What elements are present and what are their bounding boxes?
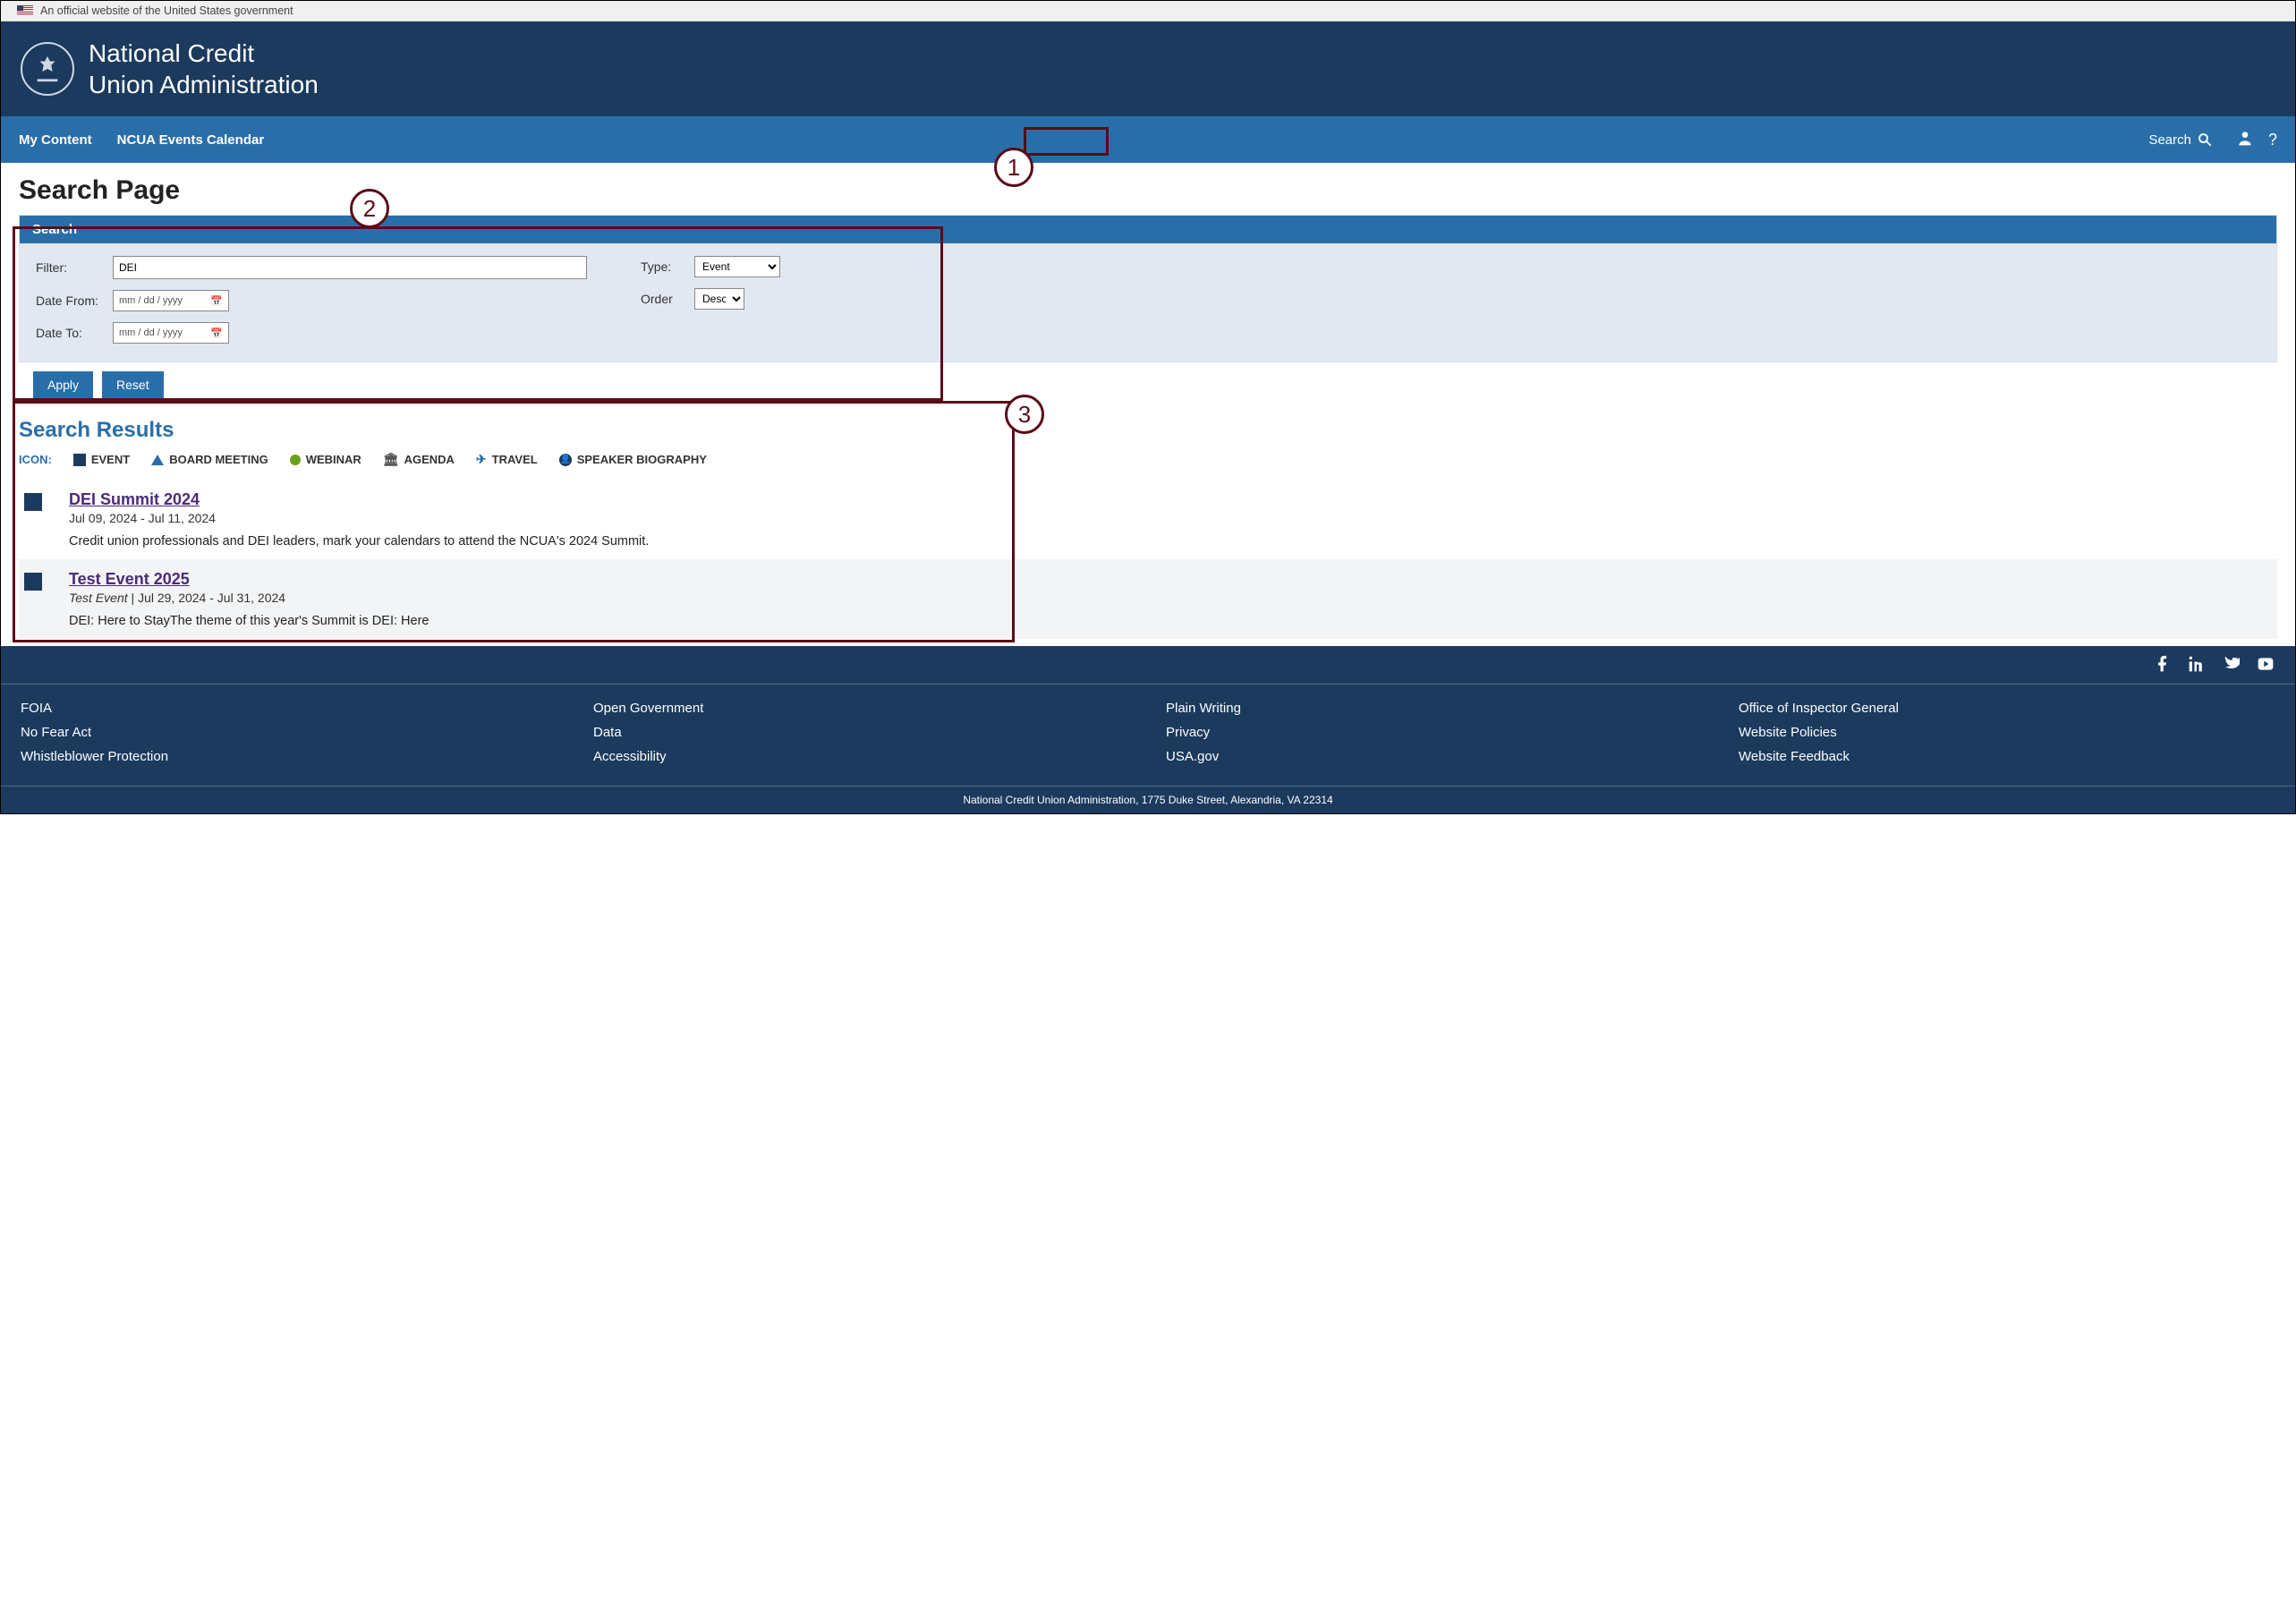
- search-toggle[interactable]: Search: [2139, 126, 2222, 153]
- agenda-icon: 🏛: [383, 452, 399, 467]
- footer-address: National Credit Union Administration, 17…: [1, 787, 2295, 813]
- filter-label: Filter:: [36, 260, 113, 275]
- ncua-seal-icon: [21, 42, 74, 96]
- event-icon: [24, 573, 42, 591]
- apply-button[interactable]: Apply: [33, 371, 93, 398]
- legend-agenda: AGENDA: [404, 453, 455, 466]
- footer-link[interactable]: Plain Writing: [1166, 701, 1703, 716]
- result-item: Test Event 2025 Test Event | Jul 29, 202…: [19, 559, 2277, 639]
- webinar-icon: [290, 455, 301, 465]
- legend-board: BOARD MEETING: [169, 453, 268, 466]
- help-icon[interactable]: ?: [2268, 131, 2277, 149]
- footer-link[interactable]: FOIA: [21, 701, 557, 716]
- travel-icon: ✈: [476, 452, 487, 467]
- results-header: Search Results: [19, 418, 2277, 443]
- twitter-icon[interactable]: [2222, 655, 2240, 678]
- result-dates: Jul 09, 2024 - Jul 11, 2024: [69, 511, 649, 525]
- result-subtitle: Test Event: [69, 591, 128, 605]
- youtube-icon[interactable]: [2256, 655, 2275, 678]
- calendar-icon: 📅: [210, 327, 223, 339]
- site-title-line2: Union Administration: [89, 69, 319, 100]
- legend-label: ICON:: [19, 453, 52, 466]
- facebook-icon[interactable]: [2154, 655, 2172, 678]
- nav-events-calendar[interactable]: NCUA Events Calendar: [117, 132, 265, 148]
- event-icon: [24, 493, 42, 511]
- footer-link[interactable]: Office of Inspector General: [1739, 701, 2275, 716]
- site-header: National Credit Union Administration: [1, 21, 2295, 116]
- legend-event: EVENT: [91, 453, 130, 466]
- footer-link[interactable]: Data: [593, 725, 1130, 740]
- result-title-link[interactable]: Test Event 2025: [69, 570, 190, 588]
- gov-banner: An official website of the United States…: [1, 1, 2295, 21]
- page-title: Search Page: [19, 175, 2277, 206]
- date-to-label: Date To:: [36, 326, 113, 340]
- footer-link[interactable]: No Fear Act: [21, 725, 557, 740]
- result-dates: Jul 29, 2024 - Jul 31, 2024: [138, 591, 285, 605]
- footer-link[interactable]: Website Feedback: [1739, 749, 2275, 764]
- legend: ICON: EVENT BOARD MEETING WEBINAR 🏛 AGEND…: [19, 452, 2277, 467]
- search-panel: Search Filter: Date From: mm / dd / yyyy…: [19, 215, 2277, 362]
- footer-link[interactable]: Privacy: [1166, 725, 1703, 740]
- footer-link[interactable]: Website Policies: [1739, 725, 2275, 740]
- legend-travel: TRAVEL: [492, 453, 538, 466]
- us-flag-icon: [17, 5, 33, 16]
- site-title-line1: National Credit: [89, 38, 319, 69]
- search-panel-header: Search: [20, 216, 2276, 243]
- page-wrapper: An official website of the United States…: [0, 0, 2296, 814]
- date-to-input[interactable]: mm / dd / yyyy 📅: [113, 322, 229, 344]
- footer-link[interactable]: Open Government: [593, 701, 1130, 716]
- result-title-link[interactable]: DEI Summit 2024: [69, 490, 200, 508]
- search-toggle-label: Search: [2148, 132, 2191, 148]
- date-from-input[interactable]: mm / dd / yyyy 📅: [113, 290, 229, 311]
- date-to-placeholder: mm / dd / yyyy: [119, 327, 183, 338]
- legend-webinar: WEBINAR: [306, 453, 361, 466]
- user-icon[interactable]: [2236, 129, 2254, 151]
- event-icon: [73, 454, 86, 466]
- order-select[interactable]: Desc: [694, 288, 744, 310]
- search-icon: [2197, 132, 2213, 148]
- result-description: DEI: Here to StayThe theme of this year'…: [69, 614, 429, 628]
- result-description: Credit union professionals and DEI leade…: [69, 534, 649, 549]
- speaker-icon: 👤: [559, 454, 572, 466]
- footer: FOIA No Fear Act Whistleblower Protectio…: [1, 646, 2295, 813]
- footer-link[interactable]: Whistleblower Protection: [21, 749, 557, 764]
- reset-button[interactable]: Reset: [102, 371, 164, 398]
- board-meeting-icon: [151, 455, 164, 465]
- footer-link[interactable]: USA.gov: [1166, 749, 1703, 764]
- date-from-label: Date From:: [36, 293, 113, 308]
- navbar: My Content NCUA Events Calendar Search ?: [1, 116, 2295, 163]
- site-title: National Credit Union Administration: [89, 38, 319, 100]
- type-select[interactable]: Event: [694, 256, 780, 277]
- footer-link[interactable]: Accessibility: [593, 749, 1130, 764]
- nav-my-content[interactable]: My Content: [19, 132, 92, 148]
- order-label: Order: [641, 292, 694, 306]
- gov-banner-text: An official website of the United States…: [40, 4, 293, 17]
- date-from-placeholder: mm / dd / yyyy: [119, 295, 183, 306]
- filter-input[interactable]: [113, 256, 587, 279]
- result-meta: Test Event | Jul 29, 2024 - Jul 31, 2024: [69, 591, 429, 605]
- result-item: DEI Summit 2024 Jul 09, 2024 - Jul 11, 2…: [19, 480, 2277, 559]
- legend-speaker: SPEAKER BIOGRAPHY: [577, 453, 707, 466]
- type-label: Type:: [641, 259, 694, 274]
- linkedin-icon[interactable]: [2188, 655, 2206, 678]
- calendar-icon: 📅: [210, 295, 223, 307]
